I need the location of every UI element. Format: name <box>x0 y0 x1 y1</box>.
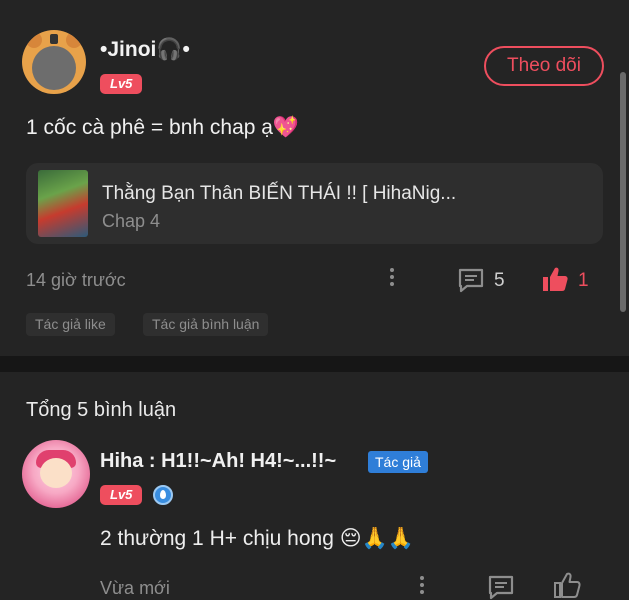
tag-author-like: Tác giả like <box>26 313 115 336</box>
avatar-photo <box>32 46 76 90</box>
comment-text: 2 thường 1 H+ chịu hong 😔🙏🙏 <box>100 527 414 550</box>
chapter-title: Thằng Bạn Thân BIẾN THÁI !! [ HihaNig... <box>102 183 457 204</box>
chapter-card[interactable]: Thằng Bạn Thân BIẾN THÁI !! [ HihaNig...… <box>26 163 603 244</box>
more-dots-icon[interactable] <box>389 268 395 286</box>
post-text: 1 cốc cà phê = bnh chap ạ💖 <box>26 116 300 139</box>
vip-drop-icon <box>153 485 173 505</box>
tag-author-comment: Tác giả bình luận <box>143 313 269 336</box>
level-badge: Lv5 <box>100 74 143 94</box>
dot <box>420 583 424 587</box>
author-badge: Tác giả <box>368 451 428 473</box>
username[interactable]: •Jinoi🎧• <box>100 38 190 62</box>
comments-total: Tổng 5 bình luận <box>26 399 177 421</box>
scrollbar[interactable] <box>620 72 626 312</box>
user-avatar[interactable] <box>22 30 86 94</box>
follow-button[interactable]: Theo dõi <box>484 46 604 86</box>
commenter-name[interactable]: Hiha : H1!!~Ah! H4!~...!!~ <box>100 450 336 473</box>
section-divider <box>0 356 629 372</box>
avatar-ear-left <box>26 32 42 48</box>
avatar-stripe <box>50 34 58 44</box>
comment-like-icon[interactable] <box>553 571 581 599</box>
comment-reply-icon[interactable] <box>487 574 515 600</box>
commenter-level-badge: Lv5 <box>100 485 143 505</box>
comment-icon[interactable] <box>457 267 485 293</box>
dot <box>390 275 394 279</box>
comment-time: Vừa mới <box>100 578 170 598</box>
post: •Jinoi🎧• Lv5 Theo dõi 1 cốc cà phê = bnh… <box>0 0 629 356</box>
comment-more-dots-icon[interactable] <box>419 576 425 594</box>
dot <box>420 576 424 580</box>
dot <box>390 282 394 286</box>
chapter-thumbnail <box>38 170 88 237</box>
dot <box>390 268 394 272</box>
chapter-number: Chap 4 <box>102 211 161 231</box>
thumbs-up-icon[interactable] <box>541 265 569 293</box>
avatar-ear-right <box>66 32 82 48</box>
comment-count: 5 <box>494 270 505 291</box>
avatar-face <box>40 458 72 488</box>
like-count: 1 <box>578 270 589 291</box>
commenter-avatar[interactable] <box>22 440 90 508</box>
dot <box>420 590 424 594</box>
post-time: 14 giờ trước <box>26 270 126 290</box>
